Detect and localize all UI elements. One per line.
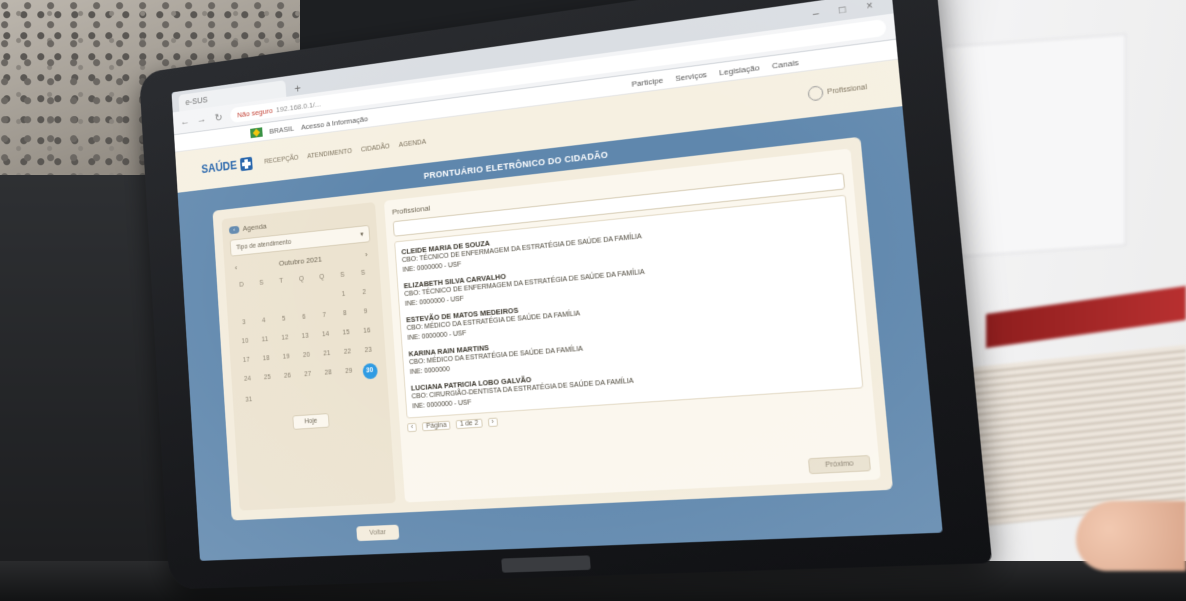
calendar-day[interactable]: 29	[339, 364, 359, 379]
calendar-day[interactable]: 1	[334, 287, 354, 302]
calendar-day[interactable]: 9	[356, 305, 376, 320]
calendar-day[interactable]: 6	[294, 310, 313, 325]
forward-arrow-icon[interactable]: →	[196, 113, 207, 125]
calendar-day[interactable]: 17	[237, 353, 256, 368]
user-avatar-icon	[807, 85, 824, 102]
calendar-day[interactable]: 3	[235, 316, 254, 331]
calendar-day[interactable]: 15	[336, 326, 356, 341]
prev-month-icon[interactable]: ‹	[235, 264, 238, 273]
monitor-brand-logo	[501, 555, 591, 573]
saude-logo[interactable]: SAÚDE	[201, 156, 253, 176]
nav-item-cidadao[interactable]: CIDADÃO	[361, 143, 390, 153]
logo-text: SAÚDE	[201, 158, 238, 176]
calendar-day[interactable]: 28	[318, 366, 338, 381]
calendar-empty-cell	[313, 289, 333, 304]
computer-monitor: e-SUS + – □ × ← → ↻ Não seguro 192.168.0…	[138, 0, 993, 590]
calendar-day[interactable]: 19	[277, 350, 296, 365]
gov-link[interactable]: Canais	[772, 57, 799, 70]
user-menu[interactable]: Profissional	[807, 80, 867, 102]
gov-link[interactable]: Legislação	[719, 62, 760, 76]
gov-country: BRASIL	[269, 123, 295, 136]
monitor-screen: e-SUS + – □ × ← → ↻ Não seguro 192.168.0…	[171, 0, 943, 561]
weekday-label: S	[339, 271, 345, 279]
calendar-day[interactable]: 24	[238, 372, 257, 387]
calendar-day[interactable]: 7	[315, 308, 335, 323]
weekday-label: Q	[319, 273, 325, 281]
calendar-day[interactable]: 11	[256, 333, 275, 348]
next-month-icon[interactable]: ›	[365, 250, 368, 259]
agenda-card: ‹ Agenda Tipo de atendimento ▾ ‹ Outubro…	[221, 201, 396, 511]
calendar-grid: D S T Q Q S S 1 2 3 4 5 6 7 8 9 10 11 12 13 14 15 16 17 18 19 20 21…	[232, 266, 381, 408]
calendar-day[interactable]: 4	[254, 314, 273, 329]
nav-item-recepcao[interactable]: RECEPÇÃO	[264, 154, 299, 165]
weekday-label: S	[259, 279, 264, 287]
new-tab-icon[interactable]: +	[289, 81, 306, 96]
calendar-day[interactable]: 12	[275, 331, 294, 346]
calendar-day[interactable]: 22	[338, 345, 358, 360]
header-nav: RECEPÇÃO ATENDIMENTO CIDADÃO AGENDA	[264, 138, 426, 165]
weekday-label: D	[239, 281, 244, 289]
pager-count: 1 de 2	[455, 418, 483, 430]
reload-icon[interactable]: ↻	[213, 111, 224, 124]
select-value: Tipo de atendimento	[235, 238, 292, 251]
calendar-day[interactable]: 20	[297, 348, 316, 363]
calendar-month: Outubro 2021	[278, 254, 323, 268]
weekday-label: Q	[298, 275, 305, 283]
calendar-day[interactable]: 31	[239, 393, 258, 408]
calendar-day[interactable]: 2	[354, 285, 374, 300]
next-button[interactable]: Próximo	[808, 454, 872, 475]
agenda-heading: Agenda	[242, 221, 267, 233]
calendar-day[interactable]: 18	[257, 352, 276, 367]
calendar-day[interactable]: 26	[278, 369, 297, 384]
calendar-empty-cell	[233, 297, 252, 312]
calendar-day[interactable]: 5	[274, 312, 293, 327]
nav-item-agenda[interactable]: AGENDA	[399, 138, 427, 148]
calendar-day[interactable]: 8	[335, 307, 355, 322]
gov-link[interactable]: Serviços	[675, 69, 707, 82]
person-hand	[1076, 501, 1186, 571]
calendar-day[interactable]: 27	[298, 368, 317, 383]
calendar-day-selected[interactable]: 30	[361, 362, 378, 380]
professional-card: Profissional CLEIDE MARIA DE SOUZA CBO: T…	[383, 148, 881, 503]
chevron-down-icon: ▾	[360, 231, 364, 239]
calendar-day[interactable]: 21	[317, 347, 337, 362]
whiteboard	[944, 33, 1126, 259]
weekday-label: S	[360, 269, 366, 277]
calendar-day[interactable]: 13	[296, 329, 315, 344]
url-text: 192.168.0.1/...	[275, 99, 322, 114]
gov-link[interactable]: Participe	[631, 75, 663, 88]
pager-next[interactable]: ›	[487, 417, 499, 428]
pager-prev[interactable]: ‹	[407, 423, 418, 433]
calendar-empty-cell	[253, 295, 272, 310]
back-arrow-icon[interactable]: ←	[180, 116, 191, 128]
back-button[interactable]: ‹	[228, 225, 240, 234]
calendar-day[interactable]: 10	[236, 335, 255, 350]
brazil-flag-icon	[250, 127, 263, 139]
calendar-empty-cell	[293, 291, 312, 306]
nav-item-atendimento[interactable]: ATENDIMENTO	[307, 148, 352, 160]
user-label: Profissional	[826, 83, 868, 96]
health-cross-icon	[239, 156, 253, 172]
today-button[interactable]: Hoje	[292, 413, 330, 430]
calendar-empty-cell	[273, 293, 292, 308]
calendar-day[interactable]: 23	[358, 343, 378, 358]
calendar-day[interactable]: 14	[316, 328, 336, 343]
not-secure-label: Não seguro	[236, 105, 273, 119]
footer-back-button[interactable]: Voltar	[356, 524, 400, 542]
pager-label: Página	[422, 420, 451, 432]
calendar-day[interactable]: 25	[258, 371, 277, 386]
calendar-day[interactable]: 16	[357, 324, 377, 339]
weekday-label: T	[279, 277, 284, 285]
